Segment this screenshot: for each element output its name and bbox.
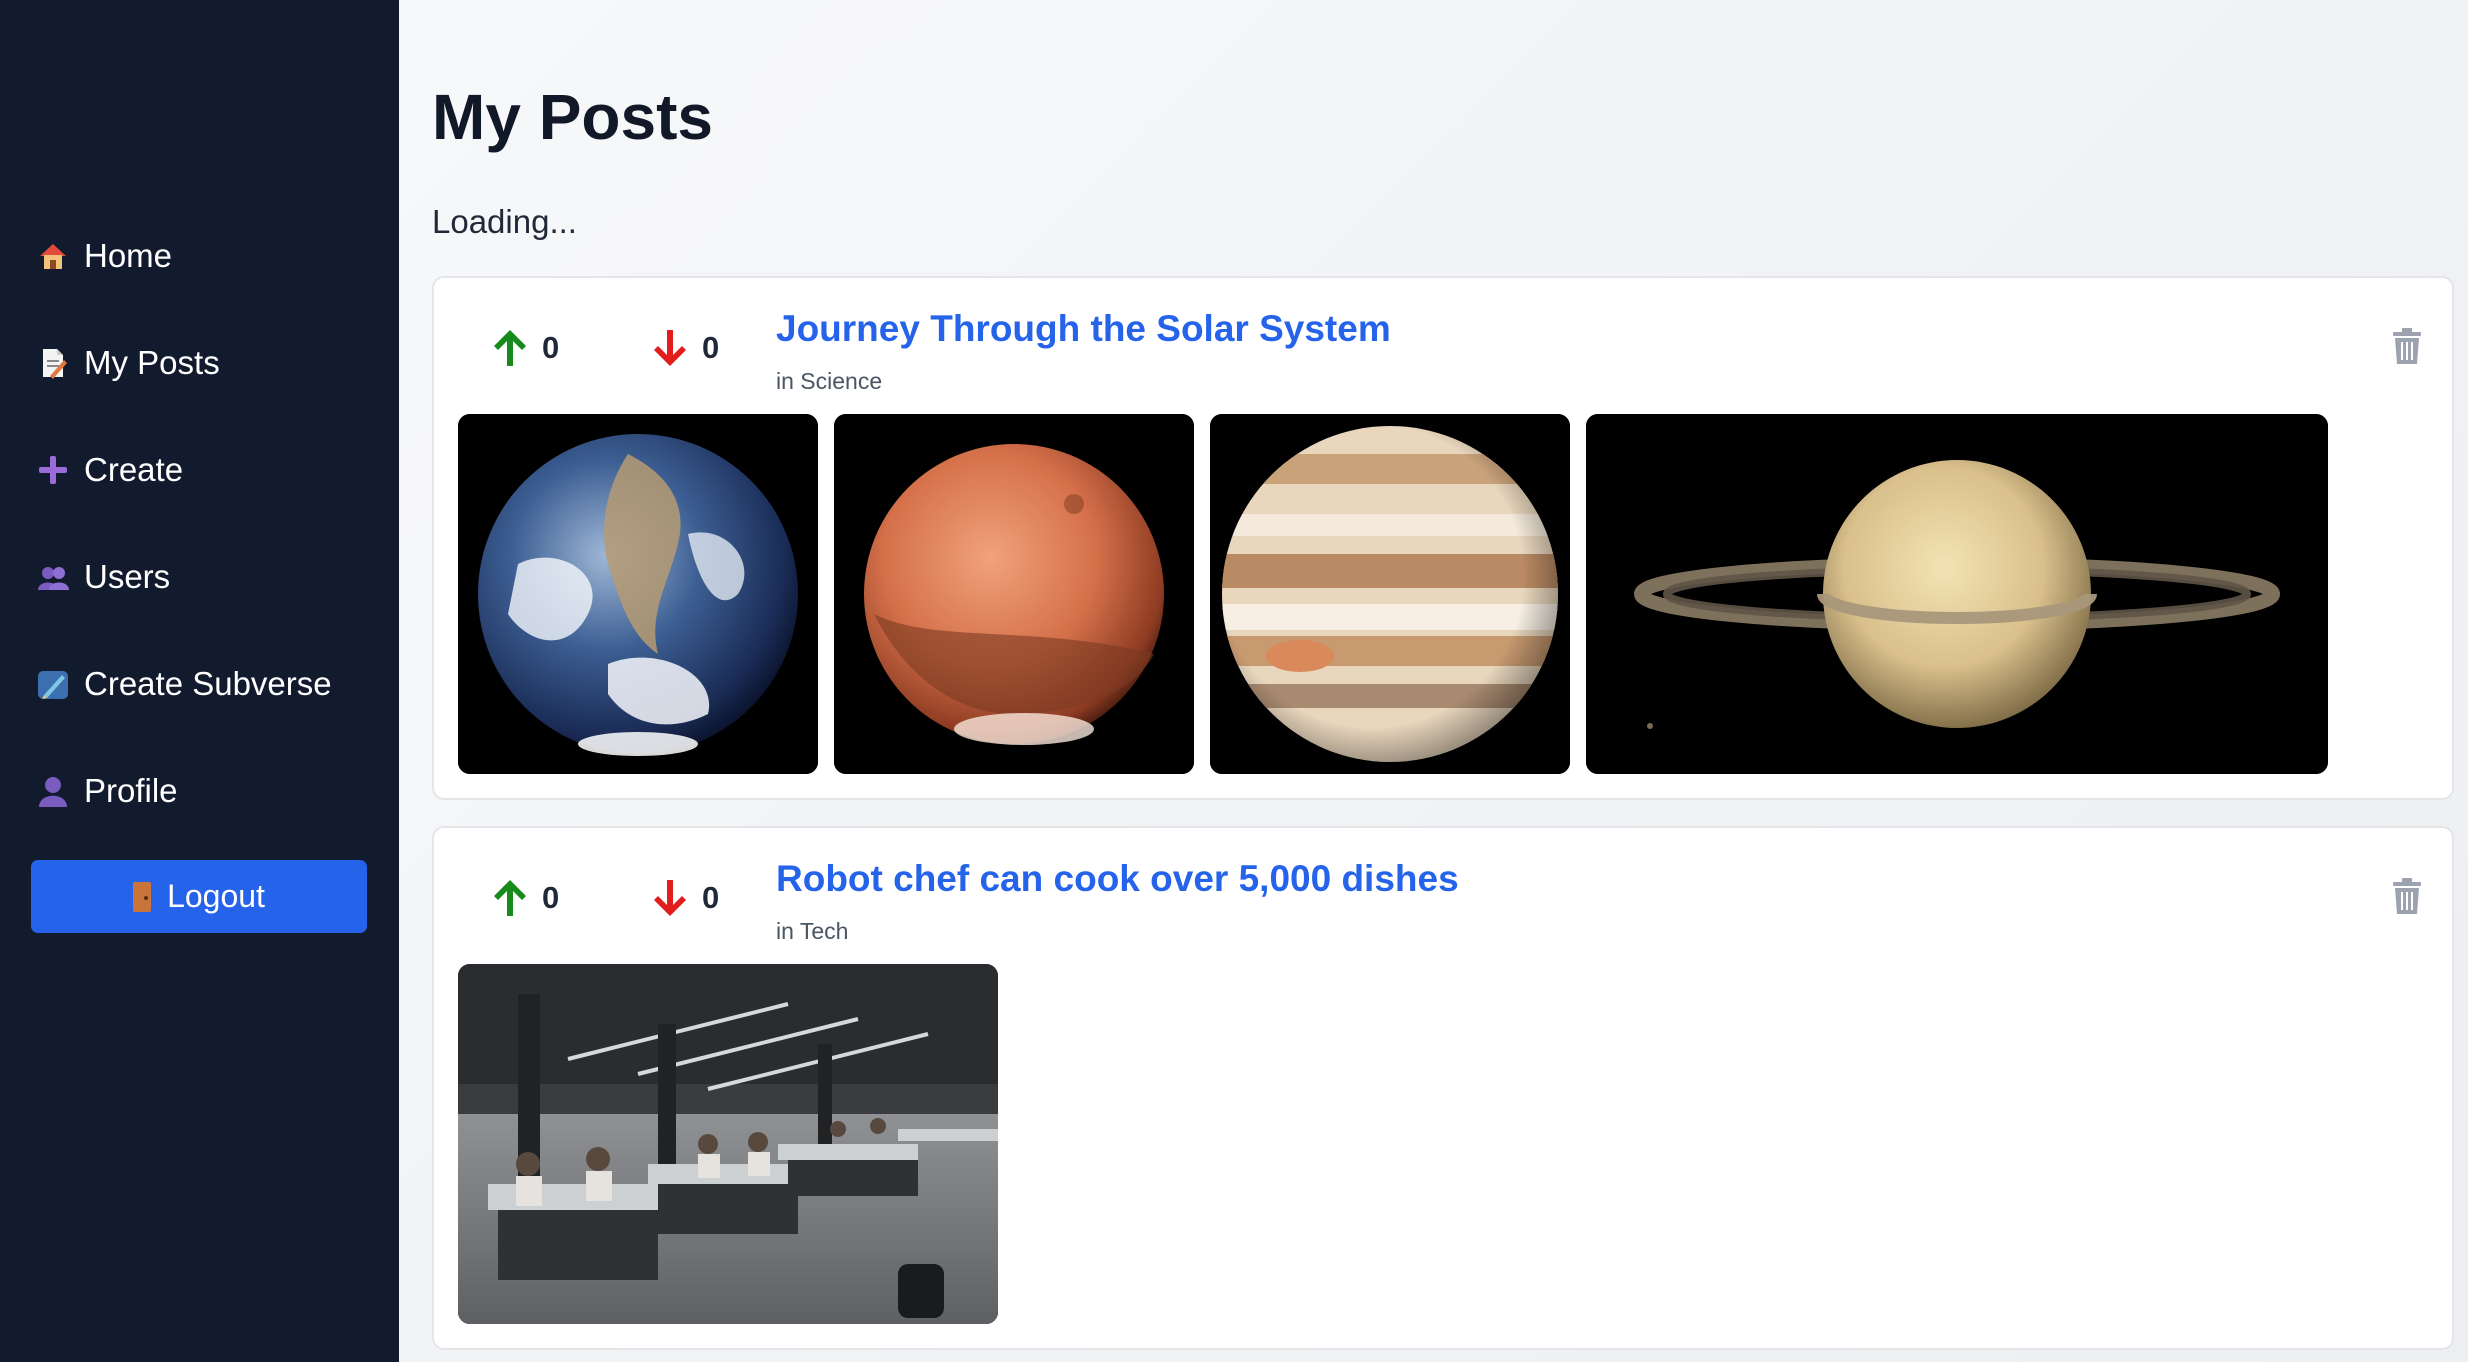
downvote-count: 0 xyxy=(702,880,720,915)
user-icon xyxy=(36,774,70,808)
upvote-count: 0 xyxy=(542,880,560,915)
logout-label: Logout xyxy=(167,878,265,914)
sidebar-item-label: Profile xyxy=(84,772,178,809)
sidebar-item-profile[interactable]: Profile xyxy=(36,761,178,821)
main-content: My Posts Loading... 0 0 Journey Through … xyxy=(399,0,2468,1362)
pen-icon xyxy=(36,667,70,701)
post-title-link[interactable]: Robot chef can cook over 5,000 dishes xyxy=(776,858,1459,900)
plus-icon xyxy=(36,453,70,487)
users-icon xyxy=(36,560,70,594)
post-image-mars[interactable] xyxy=(834,414,1194,774)
post-image-earth[interactable] xyxy=(458,414,818,774)
sidebar-item-create-subverse[interactable]: Create Subverse xyxy=(36,654,332,714)
loading-status: Loading... xyxy=(432,203,577,240)
sidebar-item-users[interactable]: Users xyxy=(36,547,170,607)
logout-button[interactable]: Logout xyxy=(31,860,367,933)
upvote-button[interactable]: 0 xyxy=(488,876,559,920)
arrow-up-icon xyxy=(494,880,526,916)
sidebar-item-label: My Posts xyxy=(84,344,220,381)
door-icon xyxy=(133,881,152,912)
page-icon xyxy=(36,346,70,380)
trash-icon[interactable] xyxy=(2392,878,2422,914)
sidebar-item-label: Create Subverse xyxy=(84,665,332,702)
sidebar: Home My Posts Create Users Create Subver… xyxy=(0,0,399,1362)
arrow-down-icon xyxy=(654,330,686,366)
trash-icon[interactable] xyxy=(2392,328,2422,364)
house-icon xyxy=(36,239,70,273)
sidebar-item-create[interactable]: Create xyxy=(36,440,183,500)
post-subverse: in Science xyxy=(776,368,883,394)
post-subverse: in Tech xyxy=(776,918,849,944)
arrow-down-icon xyxy=(654,880,686,916)
post-image-office[interactable] xyxy=(458,964,998,1324)
downvote-button[interactable]: 0 xyxy=(648,326,719,370)
downvote-button[interactable]: 0 xyxy=(648,876,719,920)
sidebar-item-home[interactable]: Home xyxy=(36,226,172,286)
post-card: 0 0 Journey Through the Solar System in … xyxy=(432,276,2454,800)
post-card: 0 0 Robot chef can cook over 5,000 dishe… xyxy=(432,826,2454,1350)
sidebar-item-label: Home xyxy=(84,237,173,274)
post-image-saturn[interactable] xyxy=(1586,414,2328,774)
post-image-jupiter[interactable] xyxy=(1210,414,1570,774)
downvote-count: 0 xyxy=(702,330,720,365)
page-title: My Posts xyxy=(432,81,713,153)
post-title-link[interactable]: Journey Through the Solar System xyxy=(776,308,1391,350)
arrow-up-icon xyxy=(494,330,526,366)
upvote-button[interactable]: 0 xyxy=(488,326,559,370)
sidebar-item-label: Users xyxy=(84,558,171,595)
sidebar-item-my-posts[interactable]: My Posts xyxy=(36,333,220,393)
sidebar-item-label: Create xyxy=(84,451,184,488)
upvote-count: 0 xyxy=(542,330,560,365)
